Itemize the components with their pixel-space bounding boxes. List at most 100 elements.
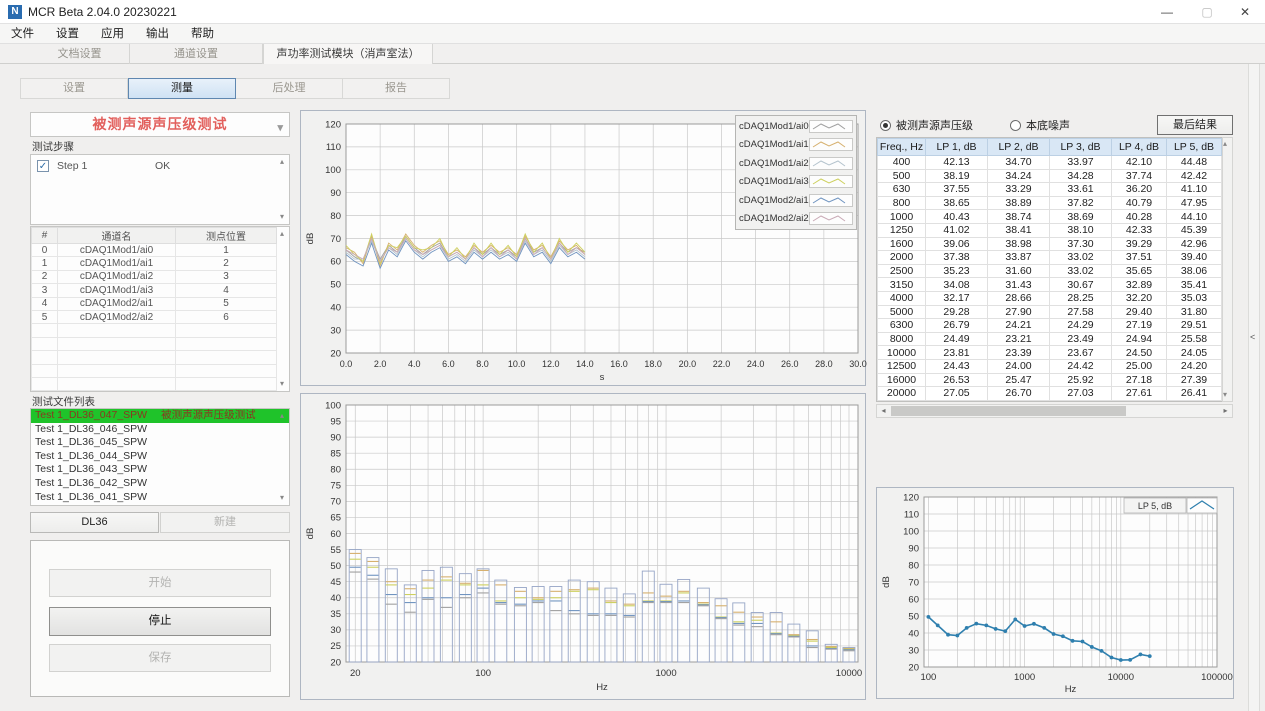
- legend-line-sample: [809, 138, 853, 151]
- table-row[interactable]: 0cDAQ1Mod1/ai01: [32, 244, 277, 257]
- scroll-up-icon[interactable]: ▴: [1219, 138, 1231, 150]
- steps-listbox[interactable]: ✓ Step 1 OK ▴ ▾: [30, 154, 290, 225]
- table-row[interactable]: 80038.6538.8937.8240.7947.95: [878, 196, 1222, 210]
- main-tab[interactable]: 声功率测试模块（消声室法）: [263, 44, 433, 64]
- table-row[interactable]: 800024.4923.2123.4924.9425.58: [878, 332, 1222, 346]
- file-list-item[interactable]: Test 1_DL36_041_SPW: [31, 491, 289, 505]
- file-list-item[interactable]: Test 1_DL36_046_SPW: [31, 423, 289, 437]
- file-list-item[interactable]: Test 1_DL36_045_SPW: [31, 436, 289, 450]
- menu-item[interactable]: 设置: [45, 24, 90, 44]
- scroll-down-icon[interactable]: ▾: [276, 211, 288, 223]
- file-list-item[interactable]: Test 1_DL36_044_SPW: [31, 450, 289, 464]
- column-header[interactable]: LP 4, dB: [1112, 139, 1167, 156]
- column-header[interactable]: LP 1, dB: [926, 139, 988, 156]
- table-row[interactable]: 63037.5533.2933.6136.2041.10: [878, 183, 1222, 197]
- column-header[interactable]: 测点位置: [176, 228, 277, 244]
- new-file-button[interactable]: 新建: [160, 512, 290, 533]
- svg-text:1000: 1000: [1014, 672, 1035, 683]
- legend-label: cDAQ1Mod2/ai1: [739, 195, 809, 206]
- table-row[interactable]: 200037.3833.8733.0237.5139.40: [878, 251, 1222, 265]
- close-button[interactable]: ✕: [1228, 0, 1262, 24]
- menu-item[interactable]: 文件: [0, 24, 45, 44]
- sub-tab[interactable]: 测量: [128, 78, 236, 99]
- table-row[interactable]: 3cDAQ1Mod1/ai34: [32, 284, 277, 297]
- main-tab[interactable]: 文档设置: [30, 44, 130, 64]
- table-row[interactable]: 160039.0638.9837.3039.2942.96: [878, 237, 1222, 251]
- maximize-button[interactable]: ▢: [1190, 0, 1224, 24]
- sub-tab[interactable]: 设置: [20, 78, 128, 99]
- test-file-list[interactable]: Test 1_DL36_047_SPW被测声源声压级测试Test 1_DL36_…: [30, 408, 290, 506]
- table-row[interactable]: [32, 364, 277, 377]
- table-row[interactable]: 630026.7924.2124.2927.1929.51: [878, 319, 1222, 333]
- scrollbar-thumb[interactable]: [891, 406, 1126, 416]
- main-tab[interactable]: 通道设置: [130, 44, 263, 64]
- time-history-chart[interactable]: 0.02.04.06.08.010.012.014.016.018.020.02…: [300, 110, 866, 386]
- table-row[interactable]: 2cDAQ1Mod1/ai23: [32, 270, 277, 283]
- column-header[interactable]: 通道名: [58, 228, 176, 244]
- table-row[interactable]: 1600026.5325.4725.9227.1827.39: [878, 373, 1222, 387]
- column-header[interactable]: Freq., Hz: [878, 139, 926, 156]
- file-list-item[interactable]: Test 1_DL36_042_SPW: [31, 477, 289, 491]
- table-row[interactable]: 500029.2827.9027.5829.4031.80: [878, 305, 1222, 319]
- scroll-down-icon[interactable]: ▾: [276, 378, 288, 390]
- table-row[interactable]: 100040.4338.7438.6940.2844.10: [878, 210, 1222, 224]
- save-button[interactable]: 保存: [49, 644, 271, 672]
- table-row[interactable]: 1000023.8123.3923.6724.5024.05: [878, 346, 1222, 360]
- test-type-dropdown[interactable]: 被测声源声压级测试 ▾: [30, 112, 290, 137]
- app-logo-icon: N: [8, 5, 22, 19]
- lp5-spectrum-chart[interactable]: 1001000100001000002030405060708090100110…: [876, 487, 1234, 699]
- spectrum-bar-chart[interactable]: 2010010001000020253035404550556065707580…: [300, 393, 866, 700]
- step-checkbox[interactable]: ✓: [37, 160, 49, 172]
- result-table[interactable]: Freq., HzLP 1, dBLP 2, dBLP 3, dBLP 4, d…: [876, 137, 1222, 402]
- table-row[interactable]: 50038.1934.2434.2837.7442.42: [878, 169, 1222, 183]
- table-row[interactable]: 4cDAQ1Mod2/ai15: [32, 297, 277, 310]
- table-row[interactable]: 250035.2331.6033.0235.6538.06: [878, 264, 1222, 278]
- scroll-down-icon[interactable]: ▾: [276, 492, 288, 504]
- panel-splitter[interactable]: [1248, 64, 1260, 711]
- table-row[interactable]: [32, 377, 277, 390]
- svg-text:100: 100: [475, 668, 491, 679]
- result-table-header: Freq., HzLP 1, dBLP 2, dBLP 3, dBLP 4, d…: [878, 139, 1222, 156]
- menu-item[interactable]: 帮助: [180, 24, 225, 44]
- menu-item[interactable]: 应用: [90, 24, 135, 44]
- column-header[interactable]: LP 3, dB: [1050, 139, 1112, 156]
- result-table-vscrollbar[interactable]: ▴ ▾: [1222, 137, 1233, 402]
- sub-tab[interactable]: 后处理: [236, 78, 343, 99]
- table-row[interactable]: 1250024.4324.0024.4225.0024.20: [878, 359, 1222, 373]
- table-row[interactable]: 125041.0238.4138.1042.3345.39: [878, 223, 1222, 237]
- scroll-up-icon[interactable]: ▴: [276, 156, 288, 168]
- column-header[interactable]: LP 2, dB: [988, 139, 1050, 156]
- table-row[interactable]: 5cDAQ1Mod2/ai26: [32, 310, 277, 323]
- sub-tab[interactable]: 报告: [343, 78, 450, 99]
- column-header[interactable]: #: [32, 228, 58, 244]
- table-row[interactable]: 2000027.0526.7027.0327.6126.41: [878, 387, 1222, 401]
- final-result-button[interactable]: 最后结果: [1157, 115, 1233, 135]
- radio-source-level[interactable]: 被测声源声压级: [880, 117, 973, 133]
- channel-table-header: #通道名测点位置: [32, 228, 277, 244]
- result-table-hscrollbar[interactable]: ◂ ▸: [876, 404, 1233, 418]
- scroll-up-icon[interactable]: ▴: [276, 228, 288, 240]
- menu-item[interactable]: 输出: [135, 24, 180, 44]
- column-header[interactable]: LP 5, dB: [1167, 139, 1222, 156]
- table-row[interactable]: [32, 351, 277, 364]
- table-row[interactable]: 40042.1334.7033.9742.1044.48: [878, 156, 1222, 170]
- svg-text:2.0: 2.0: [374, 359, 387, 369]
- stop-button[interactable]: 停止: [49, 607, 271, 636]
- channel-table[interactable]: #通道名测点位置 0cDAQ1Mod1/ai011cDAQ1Mod1/ai122…: [30, 226, 290, 392]
- dl36-button[interactable]: DL36: [30, 512, 159, 533]
- table-row[interactable]: 400032.1728.6628.2532.2035.03: [878, 291, 1222, 305]
- scroll-right-icon[interactable]: ▸: [1219, 405, 1232, 417]
- file-list-item[interactable]: Test 1_DL36_047_SPW被测声源声压级测试: [31, 409, 289, 423]
- start-button[interactable]: 开始: [49, 569, 271, 597]
- step-list-item[interactable]: ✓ Step 1 OK: [31, 155, 289, 177]
- file-list-item[interactable]: Test 1_DL36_043_SPW: [31, 463, 289, 477]
- table-row[interactable]: [32, 324, 277, 337]
- scroll-left-icon[interactable]: ◂: [877, 405, 890, 417]
- table-row[interactable]: 1cDAQ1Mod1/ai12: [32, 257, 277, 270]
- scroll-down-icon[interactable]: ▾: [1219, 389, 1231, 401]
- radio-background-noise[interactable]: 本底噪声: [1010, 117, 1070, 133]
- scroll-up-icon[interactable]: ▴: [276, 410, 288, 422]
- table-row[interactable]: [32, 337, 277, 350]
- minimize-button[interactable]: —: [1150, 0, 1184, 24]
- table-row[interactable]: 315034.0831.4330.6732.8935.41: [878, 278, 1222, 292]
